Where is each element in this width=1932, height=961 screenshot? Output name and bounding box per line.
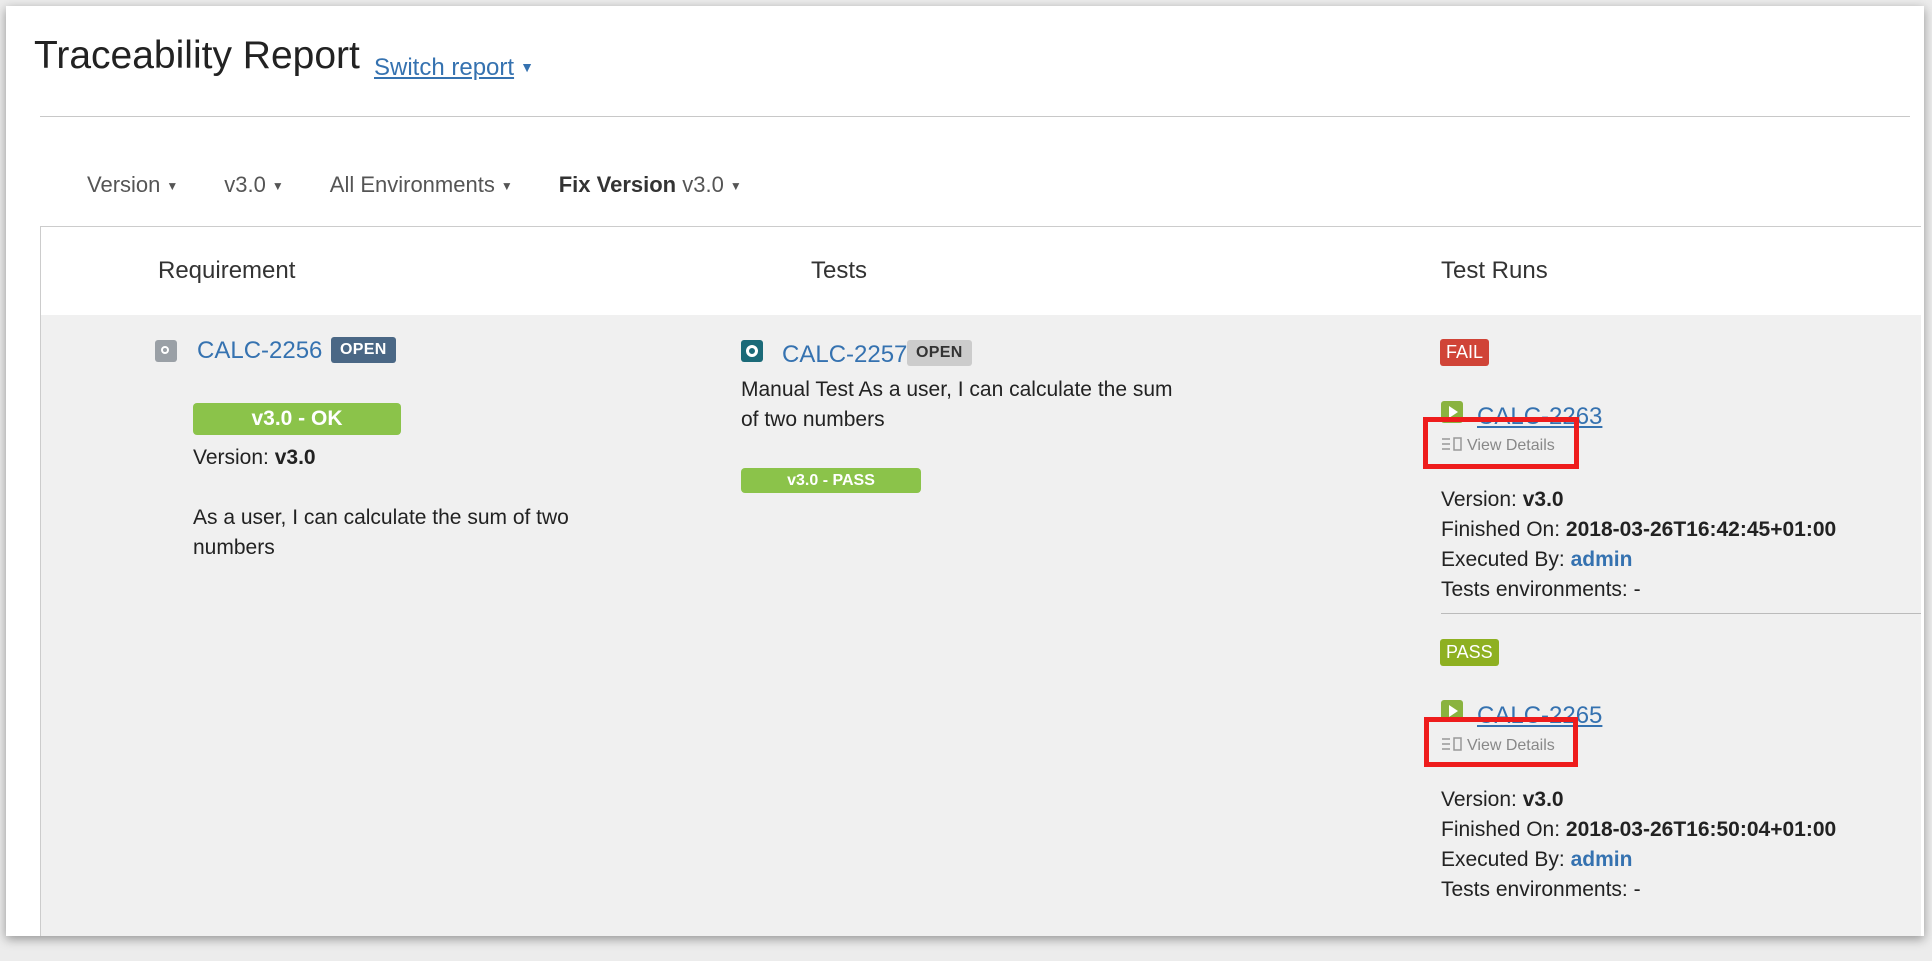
column-header-tests: Tests bbox=[811, 257, 868, 284]
run-finished-value: 2018-03-26T16:42:45+01:00 bbox=[1565, 518, 1837, 541]
traceability-table: Requirement Tests Test Runs CALC-2256 OP… bbox=[40, 226, 1921, 936]
run-environments: Tests environments: - bbox=[1441, 878, 1641, 901]
filter-bar: Version ▼ v3.0 ▼ All Environments ▼ Fix Ver… bbox=[87, 172, 788, 198]
run-executed-by: Executed By: admin bbox=[1441, 545, 1632, 575]
run-executed-label: Executed By: bbox=[1441, 548, 1565, 571]
chevron-down-icon: ▼ bbox=[271, 179, 284, 193]
run-finished-value: 2018-03-26T16:50:04+01:00 bbox=[1565, 818, 1837, 841]
table-header: Requirement Tests Test Runs bbox=[41, 227, 1921, 315]
test-status-badge: OPEN bbox=[907, 340, 972, 366]
run-version-label: Version: bbox=[1441, 488, 1517, 511]
test-key-link[interactable]: CALC-2257 bbox=[782, 341, 907, 369]
requirement-version-label: Version: bbox=[193, 446, 269, 469]
switch-report-label: Switch report bbox=[374, 54, 515, 81]
run-version-value: v3.0 bbox=[1522, 488, 1564, 511]
test-description-line2: of two numbers bbox=[741, 408, 885, 431]
environments-label: All Environments bbox=[329, 172, 495, 197]
requirement-coverage-badge: v3.0 - OK bbox=[193, 403, 401, 435]
requirement-key-link[interactable]: CALC-2256 bbox=[197, 337, 322, 365]
requirement-version-value: v3.0 bbox=[274, 446, 316, 469]
chevron-down-icon: ▼ bbox=[166, 179, 179, 193]
fix-version-value: v3.0 bbox=[682, 172, 724, 197]
executed-by-user-link[interactable]: admin bbox=[1571, 548, 1633, 571]
test-icon bbox=[741, 340, 763, 362]
chevron-down-icon: ▼ bbox=[729, 179, 742, 193]
run-finished-label: Finished On: bbox=[1441, 818, 1561, 841]
run-environments: Tests environments: - bbox=[1441, 578, 1641, 601]
requirement-status-badge: OPEN bbox=[331, 337, 396, 363]
header-divider bbox=[40, 116, 1910, 117]
requirement-icon bbox=[155, 340, 177, 362]
chevron-down-icon: ▼ bbox=[500, 179, 513, 193]
run-version: Version: v3.0 bbox=[1441, 485, 1564, 515]
version-filter-dropdown[interactable]: Version ▼ bbox=[87, 172, 178, 198]
run-executed-by: Executed By: admin bbox=[1441, 845, 1632, 875]
run-finished-on: Finished On: 2018-03-26T16:50:04+01:00 bbox=[1441, 815, 1836, 845]
version-value-label: v3.0 bbox=[224, 172, 266, 197]
switch-report-link[interactable]: Switch report ▼ bbox=[374, 54, 534, 82]
run-finished-label: Finished On: bbox=[1441, 518, 1561, 541]
requirement-version: Version: v3.0 bbox=[193, 443, 316, 473]
column-header-test-runs: Test Runs bbox=[1441, 257, 1548, 284]
run-finished-on: Finished On: 2018-03-26T16:42:45+01:00 bbox=[1441, 515, 1836, 545]
table-row: CALC-2256 OPEN v3.0 - OK Version: v3.0 A… bbox=[41, 315, 1921, 936]
run-version: Version: v3.0 bbox=[1441, 785, 1564, 815]
page-title: Traceability Report bbox=[34, 34, 360, 77]
run-divider bbox=[1441, 613, 1921, 614]
column-header-requirement: Requirement bbox=[158, 257, 296, 284]
version-filter-label: Version bbox=[87, 172, 161, 197]
highlight-box bbox=[1424, 717, 1578, 767]
test-description-line1: Manual Test As a user, I can calculate t… bbox=[741, 378, 1173, 401]
highlight-box bbox=[1423, 417, 1579, 469]
fix-version-label: Fix Version bbox=[558, 172, 677, 197]
environments-dropdown[interactable]: All Environments ▼ bbox=[330, 172, 513, 198]
run-version-label: Version: bbox=[1441, 788, 1517, 811]
executed-by-user-link[interactable]: admin bbox=[1571, 848, 1633, 871]
report-frame: Traceability Report Switch report ▼ Versi… bbox=[6, 6, 1924, 936]
run-version-value: v3.0 bbox=[1522, 788, 1564, 811]
chevron-down-icon: ▼ bbox=[520, 59, 534, 75]
run-status-fail: FAIL bbox=[1440, 339, 1490, 366]
requirement-summary-line1: As a user, I can calculate the sum of tw… bbox=[193, 506, 569, 529]
run-status-pass: PASS bbox=[1440, 639, 1499, 666]
fix-version-dropdown[interactable]: Fix Version v3.0 ▼ bbox=[559, 172, 742, 198]
requirement-summary-line2: numbers bbox=[193, 536, 275, 559]
version-value-dropdown[interactable]: v3.0 ▼ bbox=[224, 172, 283, 198]
test-result-badge: v3.0 - PASS bbox=[741, 468, 921, 493]
run-executed-label: Executed By: bbox=[1441, 848, 1565, 871]
